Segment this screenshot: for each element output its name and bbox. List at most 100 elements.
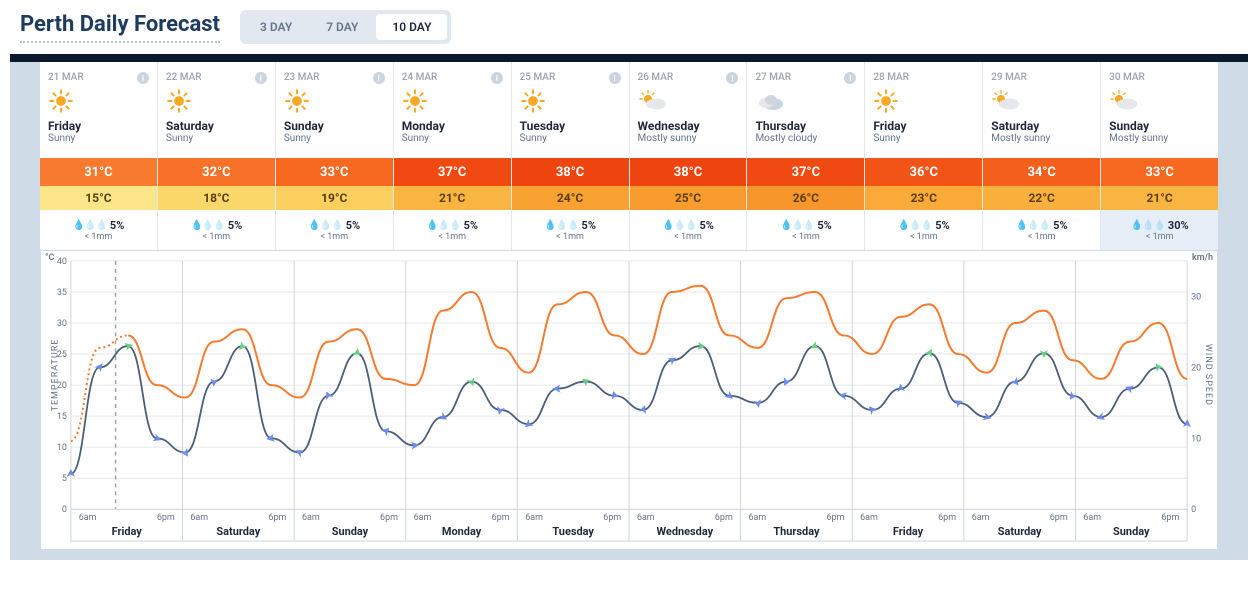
- rain-chance: 💧💧💧5%< 1mm: [865, 210, 982, 250]
- day-date: 29 MAR: [991, 72, 1092, 83]
- day-header: 23 MARiSundaySunny: [276, 62, 393, 158]
- day-condition: Mostly cloudy: [755, 133, 856, 144]
- day-date: 26 MAR: [638, 72, 739, 83]
- info-icon[interactable]: i: [609, 72, 621, 84]
- day-name: Tuesday: [520, 119, 621, 133]
- svg-text:6pm: 6pm: [1161, 513, 1179, 523]
- day-column[interactable]: 22 MARiSaturdaySunny32°C18°C💧💧💧5%< 1mm: [158, 62, 276, 250]
- raindrop-icon: 💧💧💧: [1016, 220, 1050, 231]
- day-name: Saturday: [991, 119, 1092, 133]
- svg-text:6am: 6am: [972, 513, 990, 523]
- svg-text:6am: 6am: [525, 513, 543, 523]
- high-temp: 38°C: [630, 158, 747, 186]
- day-column[interactable]: 28 MARFridaySunny36°C23°C💧💧💧5%< 1mm: [865, 62, 983, 250]
- day-columns: 21 MARiFridaySunny31°C15°C💧💧💧5%< 1mm22 M…: [40, 62, 1218, 250]
- day-column[interactable]: 29 MARSaturdayMostly sunny34°C22°C💧💧💧5%<…: [983, 62, 1101, 250]
- svg-text:Saturday: Saturday: [216, 525, 260, 538]
- svg-text:6am: 6am: [414, 513, 432, 523]
- svg-text:6pm: 6pm: [492, 513, 510, 523]
- rain-chance: 💧💧💧5%< 1mm: [630, 210, 747, 250]
- range-tabs: 3 DAY7 DAY10 DAY: [240, 10, 451, 44]
- day-condition: Mostly sunny: [1109, 133, 1210, 144]
- page-title: Perth Daily Forecast: [20, 12, 220, 43]
- rain-chance: 💧💧💧5%< 1mm: [158, 210, 275, 250]
- raindrop-icon: 💧💧💧: [544, 220, 578, 231]
- rain-amount: < 1mm: [320, 232, 348, 242]
- rain-amount: < 1mm: [203, 232, 231, 242]
- high-temp: 36°C: [865, 158, 982, 186]
- info-icon[interactable]: i: [491, 72, 503, 84]
- day-header: 25 MARi TuesdaySunny: [512, 62, 629, 158]
- svg-text:Friday: Friday: [112, 525, 143, 538]
- tab-10-day[interactable]: 10 DAY: [376, 14, 447, 40]
- day-column[interactable]: 26 MARiWednesdayMostly sunny38°C25°C💧💧💧5…: [630, 62, 748, 250]
- high-temp: 38°C: [512, 158, 629, 186]
- svg-text:6am: 6am: [860, 513, 878, 523]
- day-condition: Sunny: [520, 133, 621, 144]
- day-header: 24 MARiMondaySunny: [394, 62, 511, 158]
- day-column[interactable]: 25 MARiTuesdaySunny38°C24°C💧💧💧5%< 1mm: [512, 62, 630, 250]
- day-header: 29 MARSaturdayMostly sunny: [983, 62, 1100, 158]
- low-temp: 18°C: [158, 186, 275, 210]
- rain-amount: < 1mm: [438, 232, 466, 242]
- rain-chance: 💧💧💧5%< 1mm: [40, 210, 157, 250]
- day-date: 27 MAR: [755, 72, 856, 83]
- rain-chance: 💧💧💧5%< 1mm: [394, 210, 511, 250]
- svg-text:Monday: Monday: [442, 525, 482, 538]
- low-temp: 26°C: [747, 186, 864, 210]
- svg-text:6pm: 6pm: [715, 513, 733, 523]
- day-column[interactable]: 23 MARiSundaySunny33°C19°C💧💧💧5%< 1mm: [276, 62, 394, 250]
- raindrop-icon: 💧💧💧: [190, 220, 224, 231]
- rain-amount: < 1mm: [910, 232, 938, 242]
- tab-3-day[interactable]: 3 DAY: [244, 14, 308, 40]
- svg-text:Sunday: Sunday: [332, 525, 369, 538]
- rain-amount: < 1mm: [674, 232, 702, 242]
- svg-text:10: 10: [1191, 434, 1201, 444]
- day-column[interactable]: 27 MARiThursdayMostly cloudy37°C26°C💧💧💧5…: [747, 62, 865, 250]
- svg-text:15: 15: [57, 412, 67, 422]
- tab-7-day[interactable]: 7 DAY: [310, 14, 374, 40]
- day-column[interactable]: 30 MARSundayMostly sunny33°C21°C💧💧💧30%< …: [1101, 62, 1218, 250]
- svg-text:6pm: 6pm: [380, 513, 398, 523]
- day-name: Monday: [402, 119, 503, 133]
- rain-amount: < 1mm: [1028, 232, 1056, 242]
- day-column[interactable]: 24 MARiMondaySunny37°C21°C💧💧💧5%< 1mm: [394, 62, 512, 250]
- sun-cloud-icon: [991, 87, 1092, 115]
- info-icon[interactable]: i: [255, 72, 267, 84]
- rain-chance: 💧💧💧5%< 1mm: [983, 210, 1100, 250]
- low-temp: 15°C: [40, 186, 157, 210]
- raindrop-icon: 💧💧💧: [898, 220, 932, 231]
- sun-icon: [284, 87, 385, 115]
- sun-icon: [520, 87, 621, 115]
- rain-chance: 💧💧💧5%< 1mm: [276, 210, 393, 250]
- svg-text:6pm: 6pm: [938, 513, 956, 523]
- raindrop-icon: 💧💧💧: [73, 220, 107, 231]
- raindrop-icon: 💧💧💧: [780, 220, 814, 231]
- low-temp: 25°C: [630, 186, 747, 210]
- svg-text:0: 0: [62, 505, 67, 515]
- svg-text:Thursday: Thursday: [773, 525, 820, 538]
- day-date: 25 MAR: [520, 72, 621, 83]
- svg-text:5: 5: [62, 474, 67, 484]
- day-column[interactable]: 21 MARiFridaySunny31°C15°C💧💧💧5%< 1mm: [40, 62, 158, 250]
- day-condition: Sunny: [873, 133, 974, 144]
- svg-text:6am: 6am: [302, 513, 320, 523]
- day-date: 22 MAR: [166, 72, 267, 83]
- day-header: 27 MARiThursdayMostly cloudy: [747, 62, 864, 158]
- rain-amount: < 1mm: [1146, 232, 1174, 242]
- day-name: Sunday: [284, 119, 385, 133]
- rain-amount: < 1mm: [85, 232, 113, 242]
- svg-text:6am: 6am: [190, 513, 208, 523]
- day-header: 26 MARiWednesdayMostly sunny: [630, 62, 747, 158]
- info-icon[interactable]: i: [373, 72, 385, 84]
- day-header: 22 MARiSaturdaySunny: [158, 62, 275, 158]
- svg-text:6pm: 6pm: [827, 513, 845, 523]
- high-temp: 37°C: [394, 158, 511, 186]
- day-condition: Sunny: [284, 133, 385, 144]
- svg-text:0: 0: [1191, 505, 1196, 515]
- high-temp: 37°C: [747, 158, 864, 186]
- svg-text:6am: 6am: [637, 513, 655, 523]
- sun-icon: [873, 87, 974, 115]
- day-name: Friday: [48, 119, 149, 133]
- info-icon[interactable]: i: [137, 72, 149, 84]
